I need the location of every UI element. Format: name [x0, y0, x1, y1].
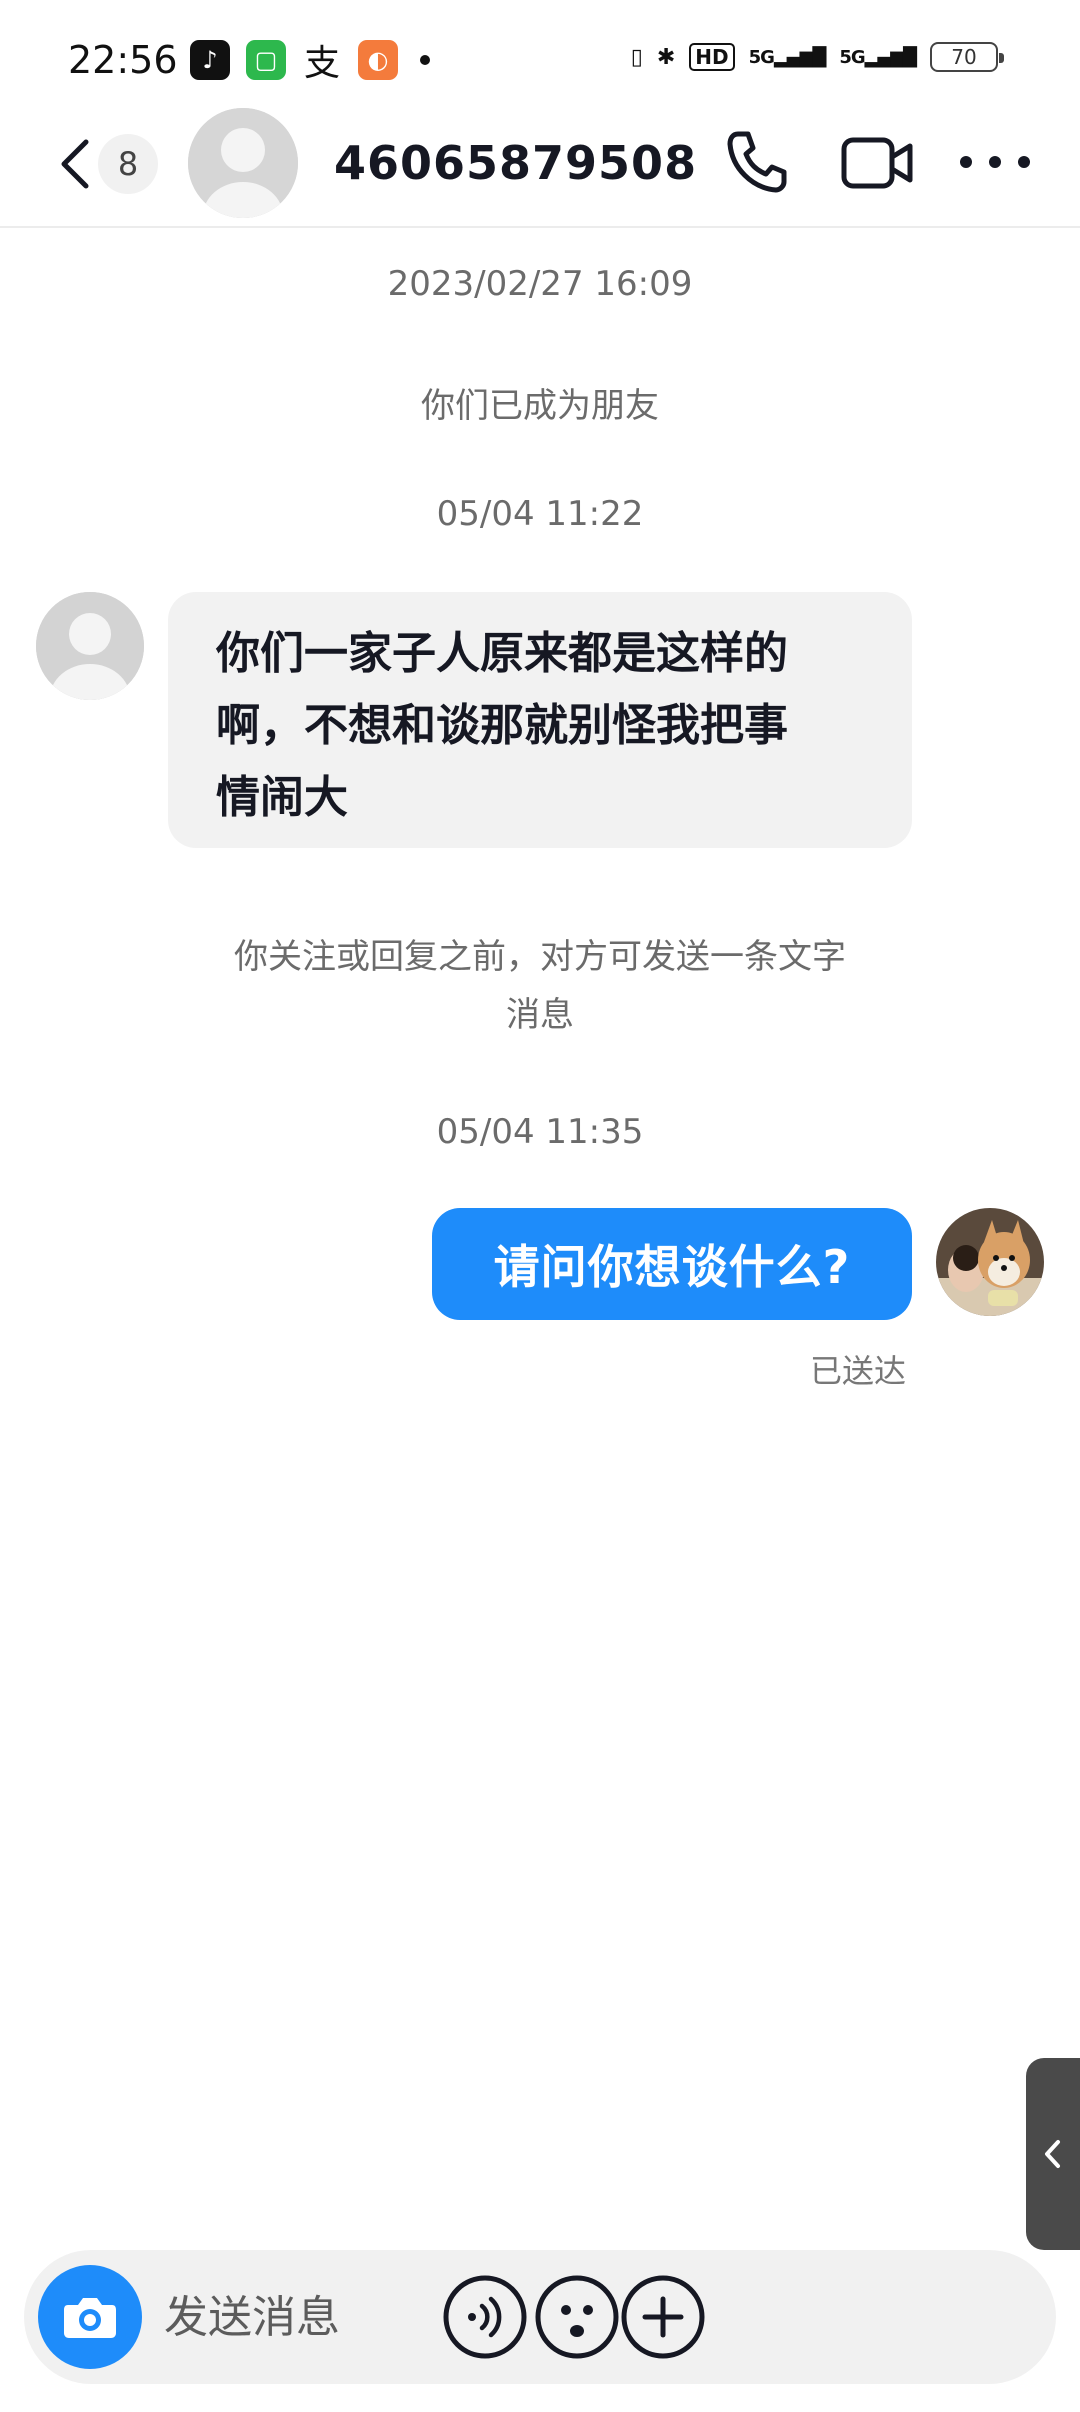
camera-button[interactable] [38, 2265, 142, 2369]
message-limit-notice: 你关注或回复之前，对方可发送一条文字 消息 [0, 928, 1080, 1044]
contact-name[interactable]: 46065879508 [334, 136, 697, 190]
battery-level: 70 [951, 45, 977, 69]
tiktok-icon: ♪ [190, 40, 230, 80]
zhi-icon: 支 [303, 43, 340, 84]
signal-icon-2: 5G▂▄▆█ [839, 46, 917, 68]
more-dot [960, 156, 972, 168]
message-input-bar [24, 2250, 1056, 2384]
battery-icon: 70 [930, 42, 1004, 72]
timestamp: 05/04 11:22 [436, 494, 644, 534]
video-icon[interactable] [840, 130, 914, 196]
phone-icon[interactable] [720, 126, 792, 198]
chat-app-icon: ▢ [246, 40, 286, 80]
timestamp: 2023/02/27 16:09 [387, 264, 693, 304]
orange-app-icon: ◐ [358, 40, 398, 80]
camera-icon [64, 2298, 116, 2338]
emoji-icon[interactable] [534, 2274, 620, 2360]
plus-icon[interactable] [620, 2274, 706, 2360]
default-avatar-icon [188, 108, 298, 218]
notice-line: 消息 [506, 995, 574, 1035]
signal-label: 5G [748, 46, 775, 68]
incoming-message-bubble[interactable]: 你们一家子人原来都是这样的 啊，不想和谈那就别怪我把事 情闹大 [168, 592, 912, 848]
bluetooth-icon: ✱ [656, 44, 676, 70]
unread-count-badge[interactable]: 8 [98, 134, 158, 194]
chat-header: 8 46065879508 [0, 100, 1080, 228]
more-dot [989, 156, 1001, 168]
message-line: 情闹大 [216, 772, 348, 823]
contact-avatar[interactable] [188, 108, 298, 218]
hd-icon: HD [689, 43, 735, 71]
message-line: 你们一家子人原来都是这样的 [216, 628, 788, 679]
chevron-left-icon [1045, 2140, 1060, 2168]
status-system-icons: ▯ ✱ HD 5G▂▄▆█ 5G▂▄▆█ 70 [630, 42, 1004, 72]
signal-label-2: 5G [839, 46, 865, 68]
side-panel-tab[interactable] [1026, 2058, 1080, 2250]
status-app-icons: ♪ ▢ 支 ◐ [190, 40, 430, 84]
timestamp: 05/04 11:35 [436, 1112, 644, 1152]
notice-line: 你关注或回复之前，对方可发送一条文字 [234, 937, 846, 977]
status-time: 22:56 [68, 38, 178, 82]
more-dot [1018, 156, 1030, 168]
message-line: 啊，不想和谈那就别怪我把事 [216, 700, 788, 751]
my-avatar[interactable] [936, 1208, 1044, 1316]
outgoing-message-bubble[interactable]: 请问你想谈什么? [432, 1208, 912, 1320]
notification-dot-icon [420, 55, 430, 65]
signal-icon: 5G▂▄▆█ [748, 46, 827, 68]
vibrate-icon: ▯ [630, 44, 643, 70]
sent-status: 已送达 [809, 1352, 906, 1390]
sender-avatar[interactable] [36, 592, 144, 700]
friend-notice: 你们已成为朋友 [421, 386, 659, 426]
back-icon[interactable] [56, 134, 96, 194]
default-avatar-icon [36, 592, 144, 700]
dog-photo-avatar-icon [936, 1208, 1044, 1316]
voice-icon[interactable] [442, 2274, 528, 2360]
more-icon[interactable] [960, 140, 1030, 184]
